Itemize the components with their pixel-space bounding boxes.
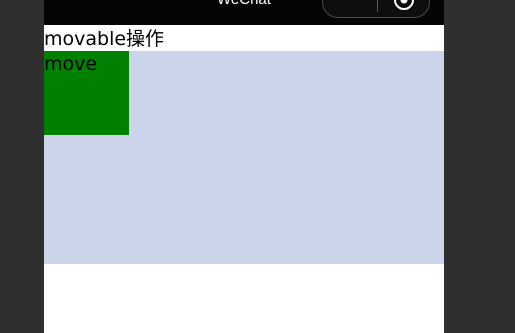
navigation-bar: WeChat ••• [44, 0, 444, 25]
movable-area: move [44, 51, 444, 264]
movable-view[interactable]: move [44, 51, 129, 135]
page-label: movable操作 [44, 28, 165, 50]
menu-capsule[interactable]: ••• [322, 0, 430, 18]
capsule-divider [377, 0, 378, 12]
target-close-icon[interactable] [393, 0, 415, 11]
more-dots-icon[interactable]: ••• [337, 0, 367, 6]
movable-view-label: move [44, 53, 98, 75]
phone-frame: WeChat ••• movable操作 move [44, 0, 444, 333]
